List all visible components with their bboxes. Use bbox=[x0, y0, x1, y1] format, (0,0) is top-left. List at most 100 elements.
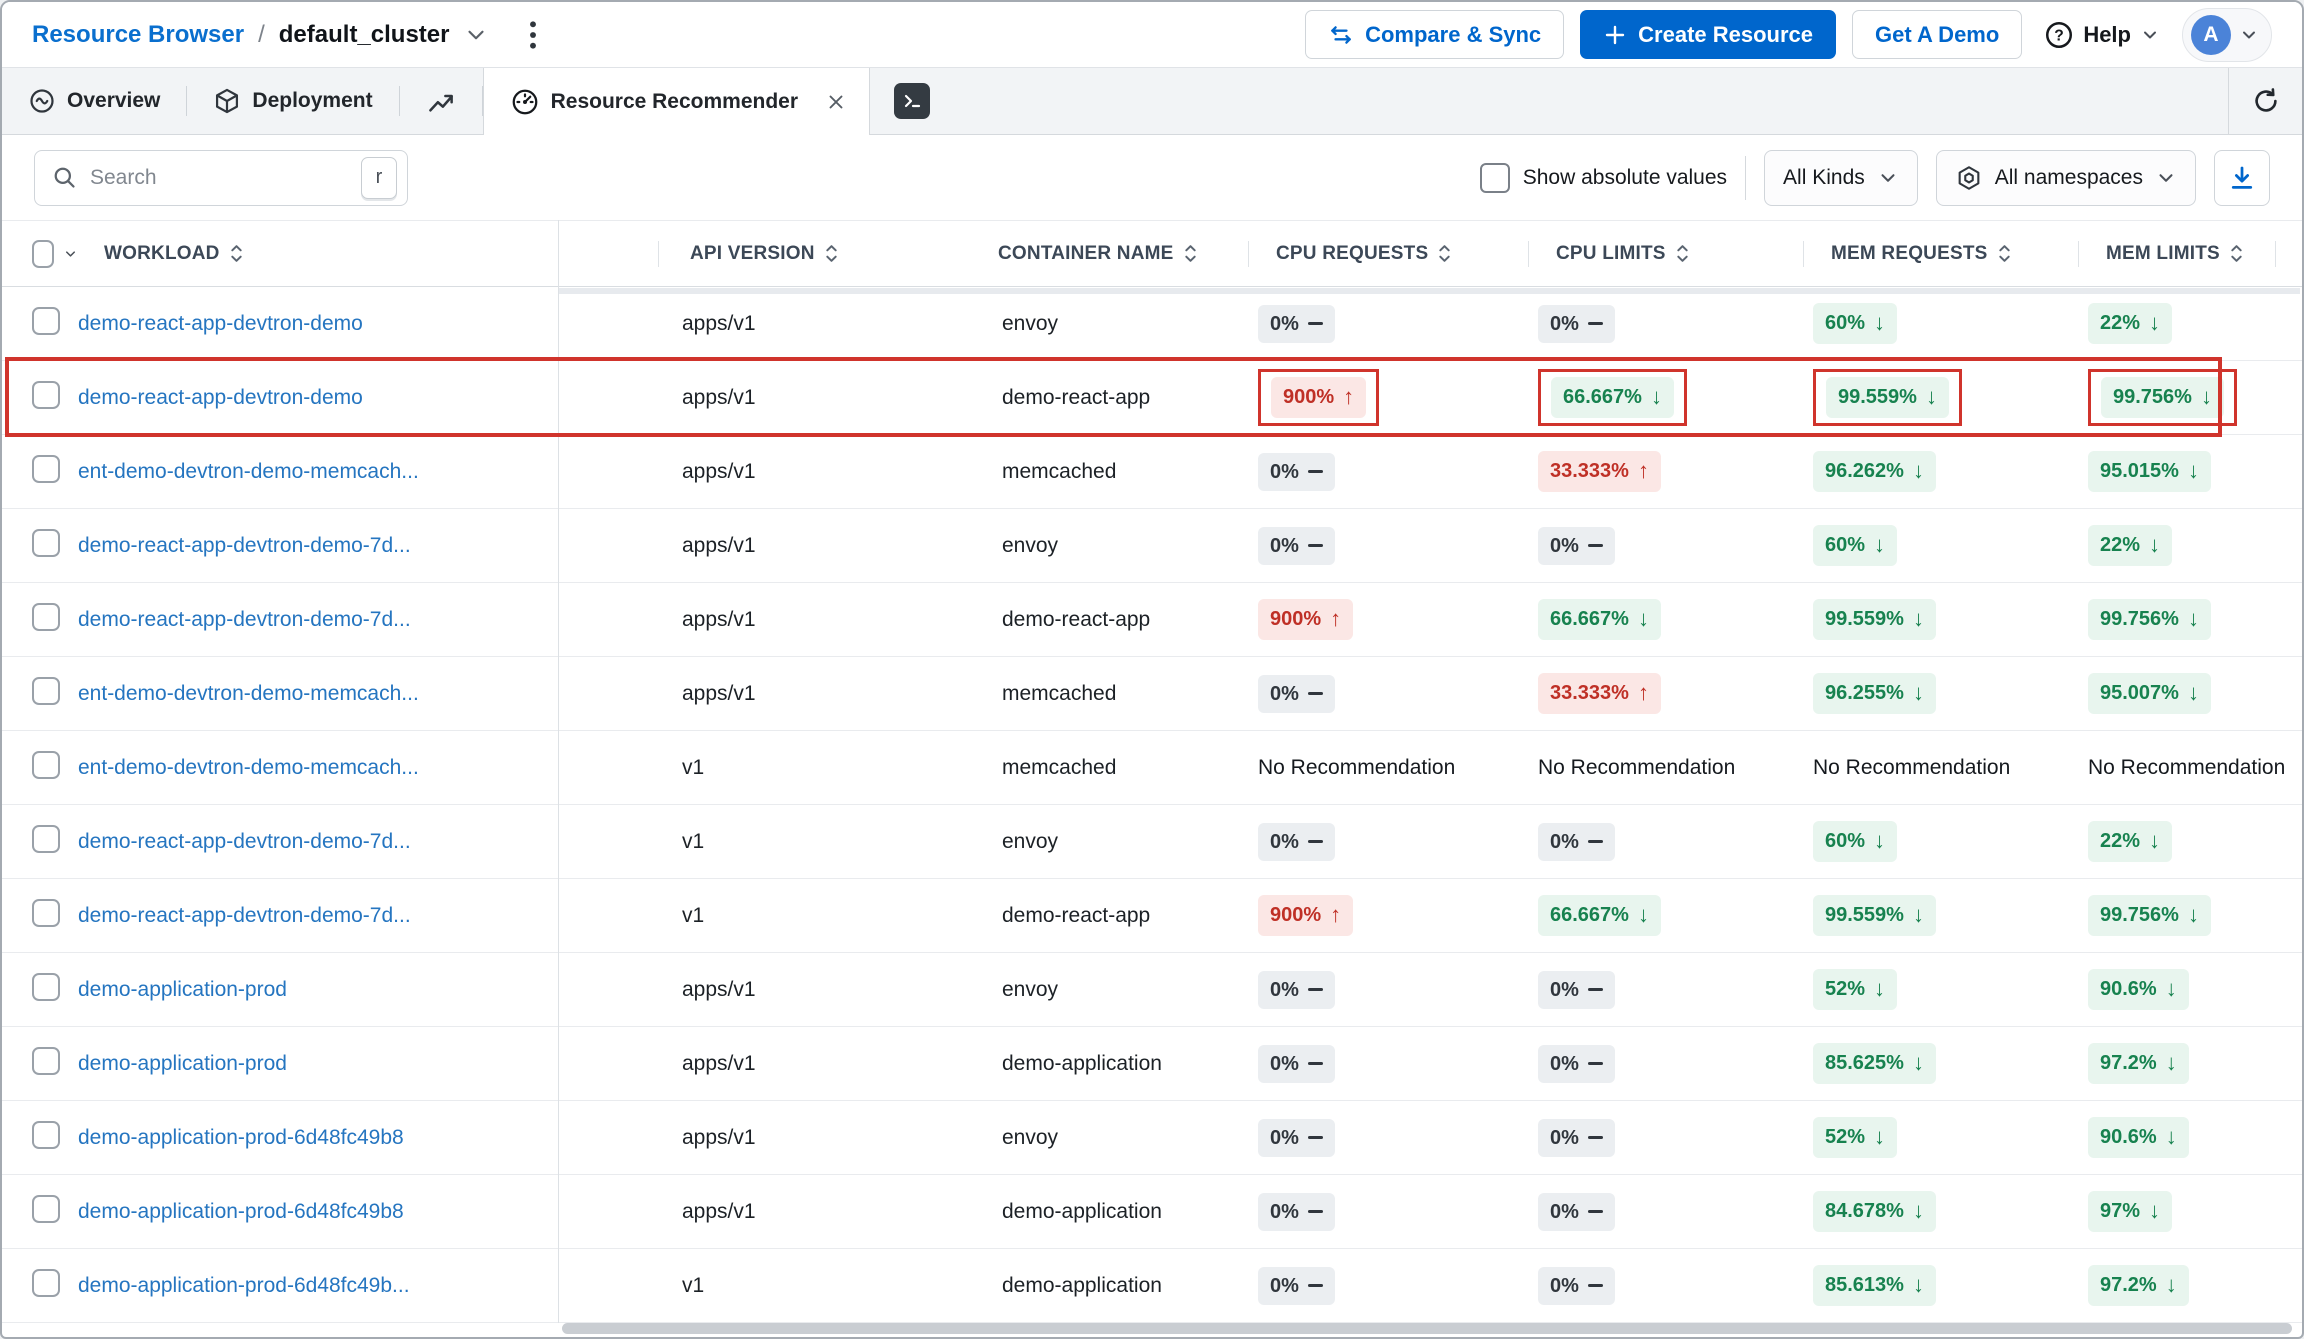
row-checkbox[interactable] bbox=[32, 454, 60, 483]
namespaces-dropdown[interactable]: All namespaces bbox=[1935, 149, 2196, 206]
get-demo-button[interactable]: Get A Demo bbox=[1852, 10, 2023, 59]
search-box[interactable]: r bbox=[34, 149, 408, 206]
create-resource-button[interactable]: Create Resource bbox=[1580, 10, 1837, 59]
column-header-mem-limits[interactable]: MEM LIMITS bbox=[2078, 240, 2302, 267]
column-header-cpu-requests[interactable]: CPU REQUESTS bbox=[1248, 240, 1528, 267]
table-row[interactable]: demo-react-app-devtron-demo-7d... apps/v1… bbox=[2, 509, 2302, 583]
more-options-icon[interactable] bbox=[529, 19, 537, 51]
mem-requests-value-badge: 52% ↓ bbox=[1813, 1117, 1898, 1158]
row-checkbox[interactable] bbox=[32, 750, 60, 779]
kinds-dropdown[interactable]: All Kinds bbox=[1764, 149, 1918, 206]
horizontal-scrollbar[interactable] bbox=[562, 1323, 2292, 1334]
sort-icon[interactable] bbox=[1437, 243, 1452, 264]
workload-cell: ent-demo-devtron-demo-memcach... bbox=[78, 460, 558, 484]
trend-up-icon: ↑ bbox=[1637, 680, 1649, 706]
workload-link[interactable]: ent-demo-devtron-demo-memcach... bbox=[78, 460, 419, 483]
row-checkbox[interactable] bbox=[32, 1268, 60, 1297]
cpu-limits-value: 66.667% bbox=[1550, 904, 1629, 927]
table-body: demo-react-app-devtron-demo apps/v1 envoy 0… bbox=[2, 287, 2302, 1323]
table-row[interactable]: demo-react-app-devtron-demo apps/v1 envoy 0… bbox=[2, 287, 2302, 361]
mem-limits-value: 97% bbox=[2100, 1200, 2141, 1223]
table-row-highlighted[interactable]: demo-react-app-devtron-demo apps/v1 demo-r… bbox=[2, 357, 2302, 437]
cpu-requests-value-badge: 900% ↑ bbox=[1258, 895, 1354, 936]
tab-overview[interactable]: Overview bbox=[2, 68, 186, 134]
row-checkbox[interactable] bbox=[32, 898, 60, 927]
table-row[interactable]: ent-demo-devtron-demo-memcach... apps/v1 m… bbox=[2, 435, 2302, 509]
workload-link[interactable]: demo-application-prod bbox=[78, 978, 287, 1001]
sort-icon[interactable] bbox=[824, 243, 839, 264]
tab-metrics-chart[interactable] bbox=[400, 68, 482, 134]
table-row[interactable]: demo-application-prod apps/v1 demo-applica… bbox=[2, 1027, 2302, 1101]
close-tab-icon[interactable] bbox=[825, 91, 847, 113]
help-menu[interactable]: ? Help bbox=[2044, 20, 2160, 50]
namespaces-dropdown-label: All namespaces bbox=[1994, 165, 2143, 189]
cpu-requests-value: 0% bbox=[1270, 460, 1299, 483]
workload-link[interactable]: ent-demo-devtron-demo-memcach... bbox=[78, 756, 419, 779]
horizontal-scrollbar-top[interactable] bbox=[559, 288, 2300, 294]
search-input[interactable] bbox=[90, 165, 349, 190]
tab-deployment[interactable]: Deployment bbox=[187, 68, 398, 134]
sort-icon[interactable] bbox=[229, 243, 244, 264]
trend-flat-icon bbox=[1587, 322, 1603, 325]
workload-link[interactable]: demo-application-prod bbox=[78, 1052, 287, 1075]
row-checkbox[interactable] bbox=[32, 972, 60, 1001]
workload-link[interactable]: demo-application-prod-6d48fc49b8 bbox=[78, 1126, 404, 1149]
workload-link[interactable]: demo-react-app-devtron-demo-7d... bbox=[78, 608, 411, 631]
refresh-button[interactable] bbox=[2228, 68, 2302, 134]
kinds-dropdown-label: All Kinds bbox=[1783, 165, 1865, 189]
row-checkbox[interactable] bbox=[32, 306, 60, 335]
user-menu[interactable]: A bbox=[2182, 7, 2272, 62]
sort-icon[interactable] bbox=[1183, 243, 1198, 264]
recommendations-table: WORKLOAD API VERSION CONTAINER NAME CPU … bbox=[2, 220, 2302, 1323]
workload-link[interactable]: demo-react-app-devtron-demo-7d... bbox=[78, 904, 411, 927]
table-row[interactable]: demo-react-app-devtron-demo-7d... v1 demo-… bbox=[2, 879, 2302, 953]
mem-requests-cell: No Recommendation bbox=[1803, 756, 2078, 780]
absolute-values-checkbox[interactable] bbox=[1479, 162, 1510, 193]
column-header-workload[interactable]: WORKLOAD bbox=[78, 243, 558, 265]
cluster-select-chevron-icon[interactable] bbox=[463, 22, 489, 48]
workload-link[interactable]: ent-demo-devtron-demo-memcach... bbox=[78, 682, 419, 705]
table-row[interactable]: ent-demo-devtron-demo-memcach... v1 memcac… bbox=[2, 731, 2302, 805]
sort-icon[interactable] bbox=[1675, 243, 1690, 264]
row-checkbox[interactable] bbox=[32, 1046, 60, 1075]
column-header-cpu-limits[interactable]: CPU LIMITS bbox=[1528, 240, 1803, 267]
sort-icon[interactable] bbox=[1997, 243, 2012, 264]
workload-link[interactable]: demo-react-app-devtron-demo-7d... bbox=[78, 534, 411, 557]
workload-link[interactable]: demo-application-prod-6d48fc49b8 bbox=[78, 1200, 404, 1223]
tab-resource-recommender[interactable]: Resource Recommender bbox=[482, 68, 871, 135]
tab-terminal[interactable] bbox=[870, 68, 954, 134]
row-checkbox[interactable] bbox=[32, 528, 60, 557]
download-button[interactable] bbox=[2214, 149, 2270, 206]
table-row[interactable]: demo-application-prod-6d48fc49b8 apps/v1 e… bbox=[2, 1101, 2302, 1175]
show-absolute-values-toggle[interactable]: Show absolute values bbox=[1479, 162, 1727, 193]
row-checkbox[interactable] bbox=[32, 676, 60, 705]
compare-sync-button[interactable]: Compare & Sync bbox=[1305, 10, 1565, 59]
breadcrumb-resource-browser-link[interactable]: Resource Browser bbox=[32, 21, 244, 49]
mem-limits-cell: 95.007% ↓ bbox=[2078, 673, 2302, 714]
table-row[interactable]: ent-demo-devtron-demo-memcach... apps/v1 m… bbox=[2, 657, 2302, 731]
column-header-container-name[interactable]: CONTAINER NAME bbox=[998, 243, 1248, 265]
column-header-mem-requests[interactable]: MEM REQUESTS bbox=[1803, 240, 2078, 267]
select-all-checkbox[interactable] bbox=[32, 239, 54, 268]
cpu-requests-cell: 0% bbox=[1248, 674, 1528, 713]
row-checkbox[interactable] bbox=[32, 1120, 60, 1149]
workload-link[interactable]: demo-react-app-devtron-demo bbox=[78, 312, 363, 335]
column-header-api-version[interactable]: API VERSION bbox=[558, 240, 998, 267]
row-checkbox-cell bbox=[2, 676, 78, 711]
mem-limits-cell: 22% ↓ bbox=[2078, 821, 2302, 862]
table-row[interactable]: demo-application-prod-6d48fc49b8 apps/v1 d… bbox=[2, 1175, 2302, 1249]
sort-icon[interactable] bbox=[2229, 243, 2244, 264]
table-row[interactable]: demo-react-app-devtron-demo-7d... apps/v1… bbox=[2, 583, 2302, 657]
row-checkbox[interactable] bbox=[32, 1194, 60, 1223]
workload-link[interactable]: demo-application-prod-6d48fc49b... bbox=[78, 1274, 410, 1297]
row-checkbox[interactable] bbox=[32, 602, 60, 631]
row-checkbox[interactable] bbox=[32, 380, 60, 409]
table-row[interactable]: demo-application-prod-6d48fc49b... v1 demo… bbox=[2, 1249, 2302, 1323]
table-row[interactable]: demo-react-app-devtron-demo-7d... v1 envoy… bbox=[2, 805, 2302, 879]
select-menu-chevron-icon[interactable] bbox=[63, 244, 78, 264]
help-label: Help bbox=[2083, 21, 2131, 47]
row-checkbox[interactable] bbox=[32, 824, 60, 853]
table-row[interactable]: demo-application-prod apps/v1 envoy 0% 0% 52%… bbox=[2, 953, 2302, 1027]
workload-link[interactable]: demo-react-app-devtron-demo-7d... bbox=[78, 830, 411, 853]
workload-link[interactable]: demo-react-app-devtron-demo bbox=[78, 386, 363, 409]
